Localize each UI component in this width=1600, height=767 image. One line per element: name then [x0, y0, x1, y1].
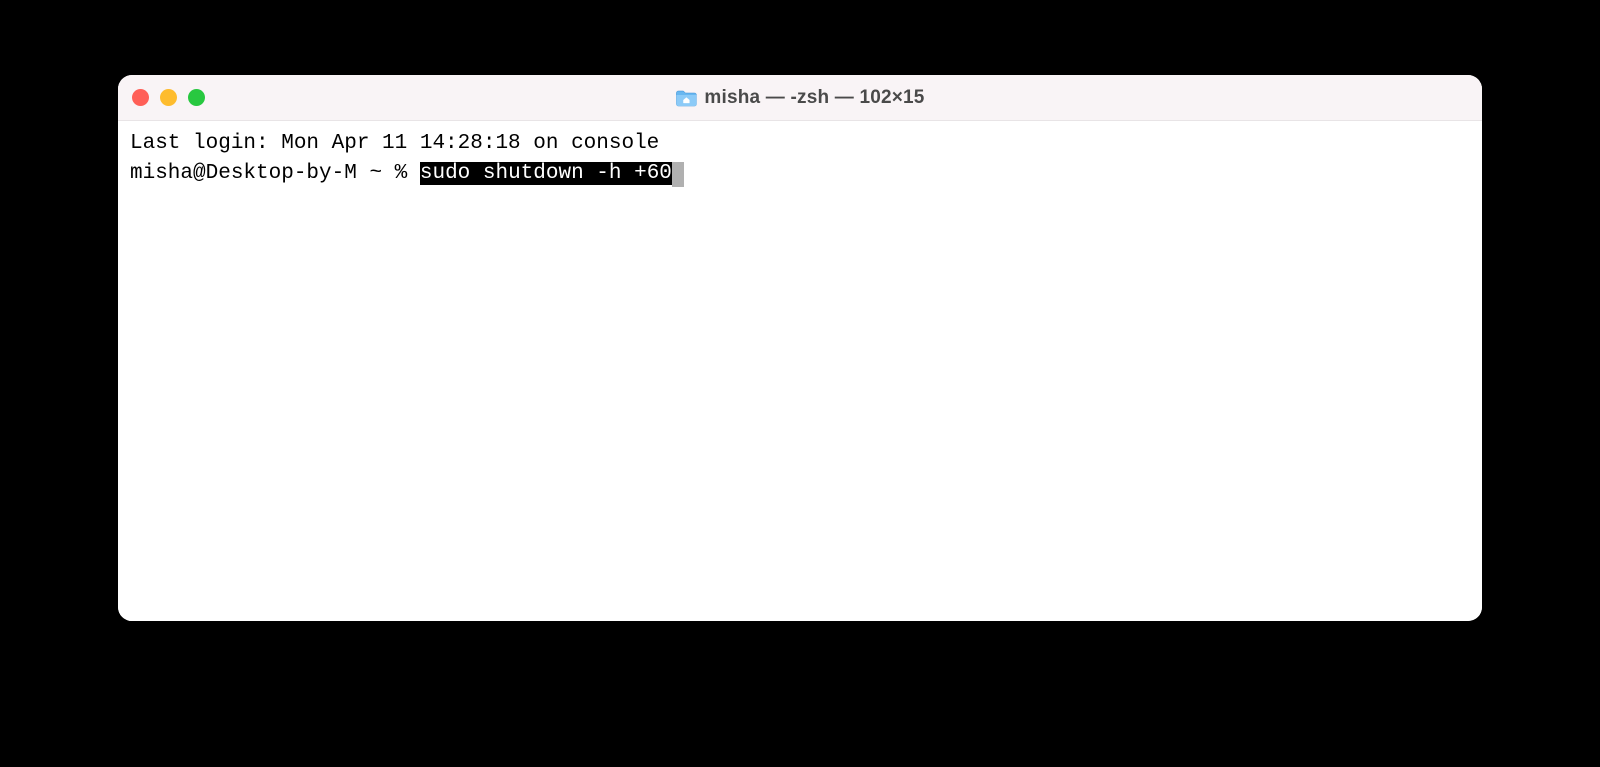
traffic-lights [132, 89, 205, 106]
terminal-window: misha — -zsh — 102×15 Last login: Mon Ap… [118, 75, 1482, 621]
terminal-cursor [672, 162, 684, 187]
window-titlebar[interactable]: misha — -zsh — 102×15 [118, 75, 1482, 121]
window-title: misha — -zsh — 102×15 [704, 87, 924, 109]
terminal-body[interactable]: Last login: Mon Apr 11 14:28:18 on conso… [118, 121, 1482, 621]
command-text-selected[interactable]: sudo shutdown -h +60 [420, 162, 672, 185]
prompt-line: misha@Desktop-by-M ~ % sudo shutdown -h … [130, 159, 1470, 189]
last-login-line: Last login: Mon Apr 11 14:28:18 on conso… [130, 129, 1470, 159]
minimize-button[interactable] [160, 89, 177, 106]
close-button[interactable] [132, 89, 149, 106]
zoom-button[interactable] [188, 89, 205, 106]
home-folder-icon [675, 89, 697, 107]
title-container: misha — -zsh — 102×15 [675, 87, 924, 109]
shell-prompt: misha@Desktop-by-M ~ % [130, 162, 420, 185]
